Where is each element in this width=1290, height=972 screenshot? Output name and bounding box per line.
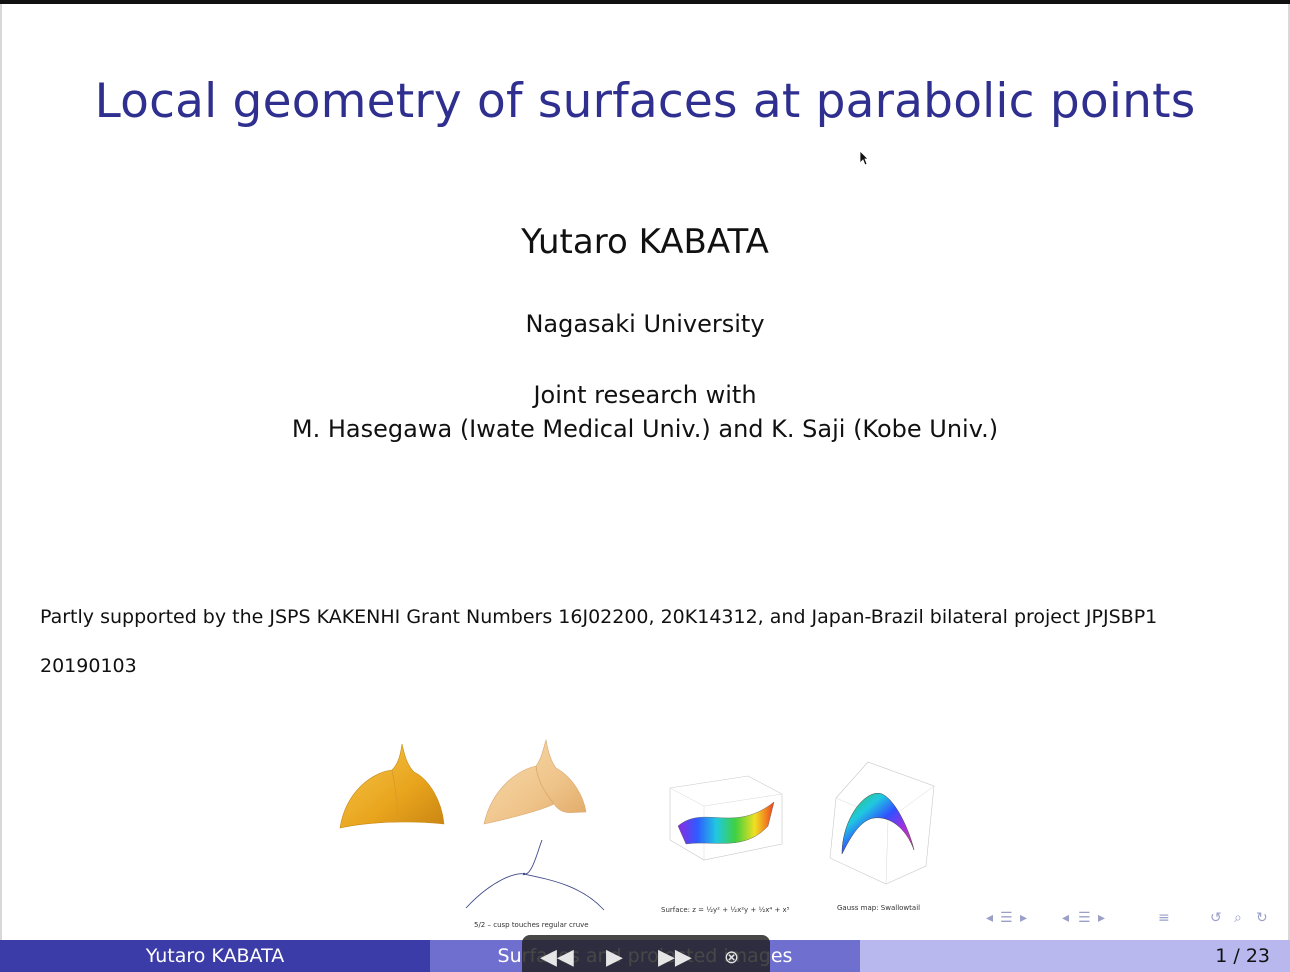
date-code: 20190103 — [40, 655, 137, 677]
window-top-bar — [0, 0, 1290, 4]
joint-research: Joint research with M. Hasegawa (Iwate M… — [0, 378, 1290, 446]
funding-note: Partly supported by the JSPS KAKENHI Gra… — [40, 606, 1158, 628]
close-icon[interactable]: ⊗ — [724, 947, 739, 969]
fast-forward-icon[interactable]: ▶▶ — [658, 947, 692, 969]
play-icon[interactable]: ▶ — [606, 947, 623, 969]
frame-icon[interactable]: ☰ — [1000, 910, 1013, 926]
cusp-surface-pale-figure — [482, 738, 588, 828]
caption-surface-equation: Surface: z = ½y² + ½x²y + ½x⁴ + x⁵ — [661, 906, 790, 914]
caption-gauss-map: Gauss map: Swallowtail — [837, 904, 921, 912]
joint-research-line1: Joint research with — [533, 381, 757, 409]
author-name: Yutaro KABATA — [521, 222, 769, 262]
undo-icon[interactable]: ↺ — [1210, 910, 1222, 926]
search-icon[interactable]: ⌕ — [1234, 910, 1242, 926]
toc-icon[interactable]: ≡ — [1158, 910, 1170, 926]
footer-page-number: 1 / 23 — [860, 940, 1290, 972]
affiliation: Nagasaki University — [525, 310, 765, 338]
frame-next-icon[interactable]: ▸ — [1020, 910, 1027, 926]
caption-cusp-curve: 5/2 – cusp touches regular cruve — [474, 921, 589, 929]
mouse-cursor-icon — [859, 150, 869, 170]
footer-author: Yutaro KABATA — [0, 940, 430, 972]
gauss-map-plot — [826, 758, 938, 888]
cusp-curve-diagram — [462, 836, 612, 916]
cusp-surface-figure — [338, 740, 446, 832]
rewind-icon[interactable]: ◀◀ — [540, 947, 574, 969]
media-player-overlay: ◀◀ ▶ ▶▶ ⊗ — [522, 935, 770, 972]
redo-icon[interactable]: ↻ — [1256, 910, 1268, 926]
slide-title: Local geometry of surfaces at parabolic … — [94, 74, 1196, 129]
beamer-navigation-bar: ◂ ☰ ▸ ◂ ☰ ▸ ≡ ↺ ⌕ ↻ — [986, 910, 1282, 932]
joint-research-coauthors: M. Hasegawa (Iwate Medical Univ.) and K.… — [291, 415, 999, 443]
window-left-edge — [0, 4, 2, 940]
rainbow-surface-plot — [664, 774, 788, 866]
section-next-icon[interactable]: ▸ — [1098, 910, 1105, 926]
section-prev-icon[interactable]: ◂ — [1062, 910, 1069, 926]
frame-prev-icon[interactable]: ◂ — [986, 910, 993, 926]
section-icon[interactable]: ☰ — [1078, 910, 1091, 926]
